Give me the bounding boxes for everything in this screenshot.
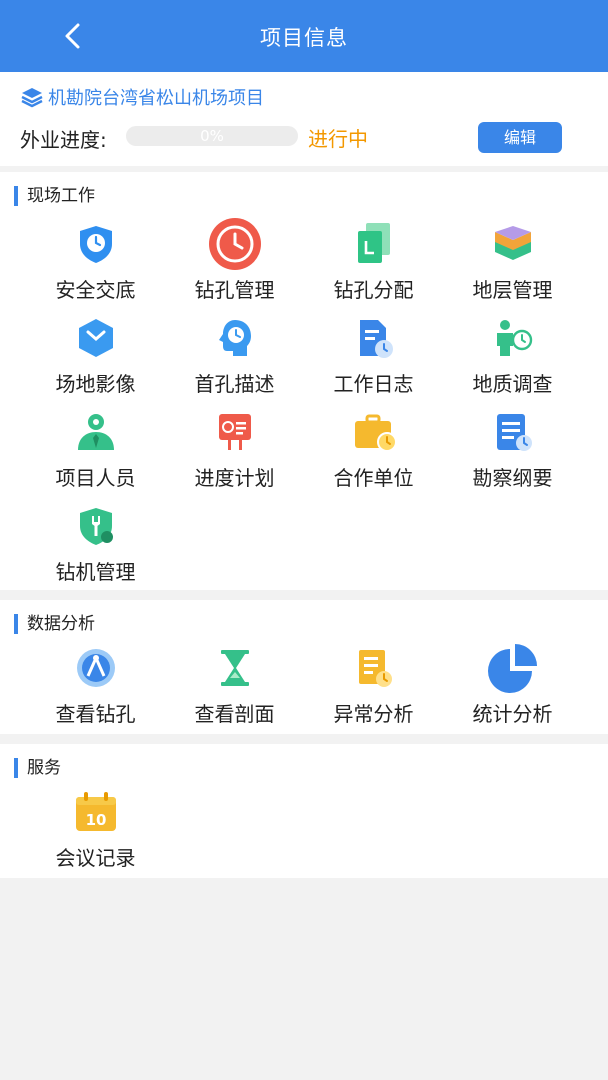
report-clock-icon — [346, 640, 402, 696]
project-name-row[interactable]: 机勘院台湾省松山机场项目 — [20, 84, 264, 110]
person-clock-icon — [485, 310, 541, 366]
grid-item-site-images[interactable]: 场地影像 — [26, 310, 165, 404]
grid-label: 地质调查 — [472, 372, 553, 396]
layers-stack-icon — [21, 88, 43, 108]
grid-item-view-section[interactable]: 查看剖面 — [165, 640, 304, 734]
outline-document-icon — [485, 404, 541, 460]
document-copy-icon — [346, 216, 402, 272]
grid-label: 进度计划 — [194, 466, 275, 490]
section-services: 服务 10 会议记录 — [0, 744, 608, 878]
head-clock-icon — [207, 310, 263, 366]
section-title: 现场工作 — [14, 186, 95, 206]
grid-label: 异常分析 — [333, 702, 414, 726]
grid-item-drill-assign[interactable]: 钻孔分配 — [304, 216, 443, 310]
hexagon-clock-icon — [68, 310, 124, 366]
section-field-work: 现场工作 安全交底 钻孔管理 钻孔分配 地层管理 场地影像 首孔描述 工作日志 … — [0, 172, 608, 590]
grid-item-geo-survey[interactable]: 地质调查 — [443, 310, 582, 404]
grid-label: 安全交底 — [55, 278, 136, 302]
data-analysis-grid: 查看钻孔 查看剖面 异常分析 统计分析 — [0, 640, 608, 734]
services-grid: 10 会议记录 — [0, 784, 608, 878]
grid-item-statistics[interactable]: 统计分析 — [443, 640, 582, 734]
grid-item-survey-outline[interactable]: 勘察纲要 — [443, 404, 582, 498]
grid-item-partners[interactable]: 合作单位 — [304, 404, 443, 498]
section-data-analysis: 数据分析 查看钻孔 查看剖面 异常分析 统计分析 — [0, 600, 608, 734]
grid-label: 查看剖面 — [194, 702, 275, 726]
grid-label: 钻机管理 — [55, 560, 136, 584]
section-title: 服务 — [14, 758, 61, 778]
briefcase-clock-icon — [346, 404, 402, 460]
grid-label: 地层管理 — [472, 278, 553, 302]
grid-label: 工作日志 — [333, 372, 414, 396]
grid-item-view-drill[interactable]: 查看钻孔 — [26, 640, 165, 734]
pie-chart-icon — [485, 640, 541, 696]
progress-percent: 0% — [200, 127, 224, 145]
grid-label: 合作单位 — [333, 466, 414, 490]
hourglass-icon — [207, 640, 263, 696]
project-card: 机勘院台湾省松山机场项目 外业进度: 0% 进行中 编辑 — [0, 72, 608, 166]
section-title: 数据分析 — [14, 614, 95, 634]
grid-item-rig-manage[interactable]: 钻机管理 — [26, 498, 165, 592]
safety-shield-icon — [68, 216, 124, 272]
progress-bar: 0% — [126, 126, 298, 146]
field-work-grid: 安全交底 钻孔管理 钻孔分配 地层管理 场地影像 首孔描述 工作日志 地质调查 … — [0, 216, 608, 592]
grid-item-safety[interactable]: 安全交底 — [26, 216, 165, 310]
layers-icon — [485, 216, 541, 272]
clock-icon — [207, 216, 263, 272]
project-name: 机勘院台湾省松山机场项目 — [48, 88, 264, 109]
header-bar: 项目信息 — [0, 0, 608, 72]
page-title: 项目信息 — [260, 26, 348, 50]
grid-label: 钻孔管理 — [194, 278, 275, 302]
person-icon — [68, 404, 124, 460]
grid-label: 钻孔分配 — [333, 278, 414, 302]
grid-item-schedule[interactable]: 进度计划 — [165, 404, 304, 498]
grid-item-work-log[interactable]: 工作日志 — [304, 310, 443, 404]
grid-label: 统计分析 — [472, 702, 553, 726]
edit-button[interactable]: 编辑 — [478, 122, 562, 153]
grid-item-strata[interactable]: 地层管理 — [443, 216, 582, 310]
grid-item-drill-manage[interactable]: 钻孔管理 — [165, 216, 304, 310]
compass-icon — [68, 640, 124, 696]
calendar-icon: 10 — [68, 784, 124, 840]
schedule-board-icon — [207, 404, 263, 460]
grid-label: 勘察纲要 — [472, 466, 553, 490]
status-text: 进行中 — [308, 127, 368, 151]
wrench-shield-icon — [68, 498, 124, 554]
grid-label: 场地影像 — [55, 372, 136, 396]
progress-label: 外业进度: — [20, 128, 107, 152]
svg-text:10: 10 — [85, 811, 106, 829]
grid-label: 查看钻孔 — [55, 702, 136, 726]
grid-item-meeting-notes[interactable]: 10 会议记录 — [26, 784, 165, 878]
grid-item-first-hole[interactable]: 首孔描述 — [165, 310, 304, 404]
grid-label: 会议记录 — [55, 846, 136, 870]
grid-label: 项目人员 — [55, 466, 136, 490]
log-document-icon — [346, 310, 402, 366]
progress-row: 外业进度: 0% 进行中 编辑 — [20, 122, 590, 154]
grid-label: 首孔描述 — [194, 372, 275, 396]
grid-item-anomaly[interactable]: 异常分析 — [304, 640, 443, 734]
grid-item-personnel[interactable]: 项目人员 — [26, 404, 165, 498]
